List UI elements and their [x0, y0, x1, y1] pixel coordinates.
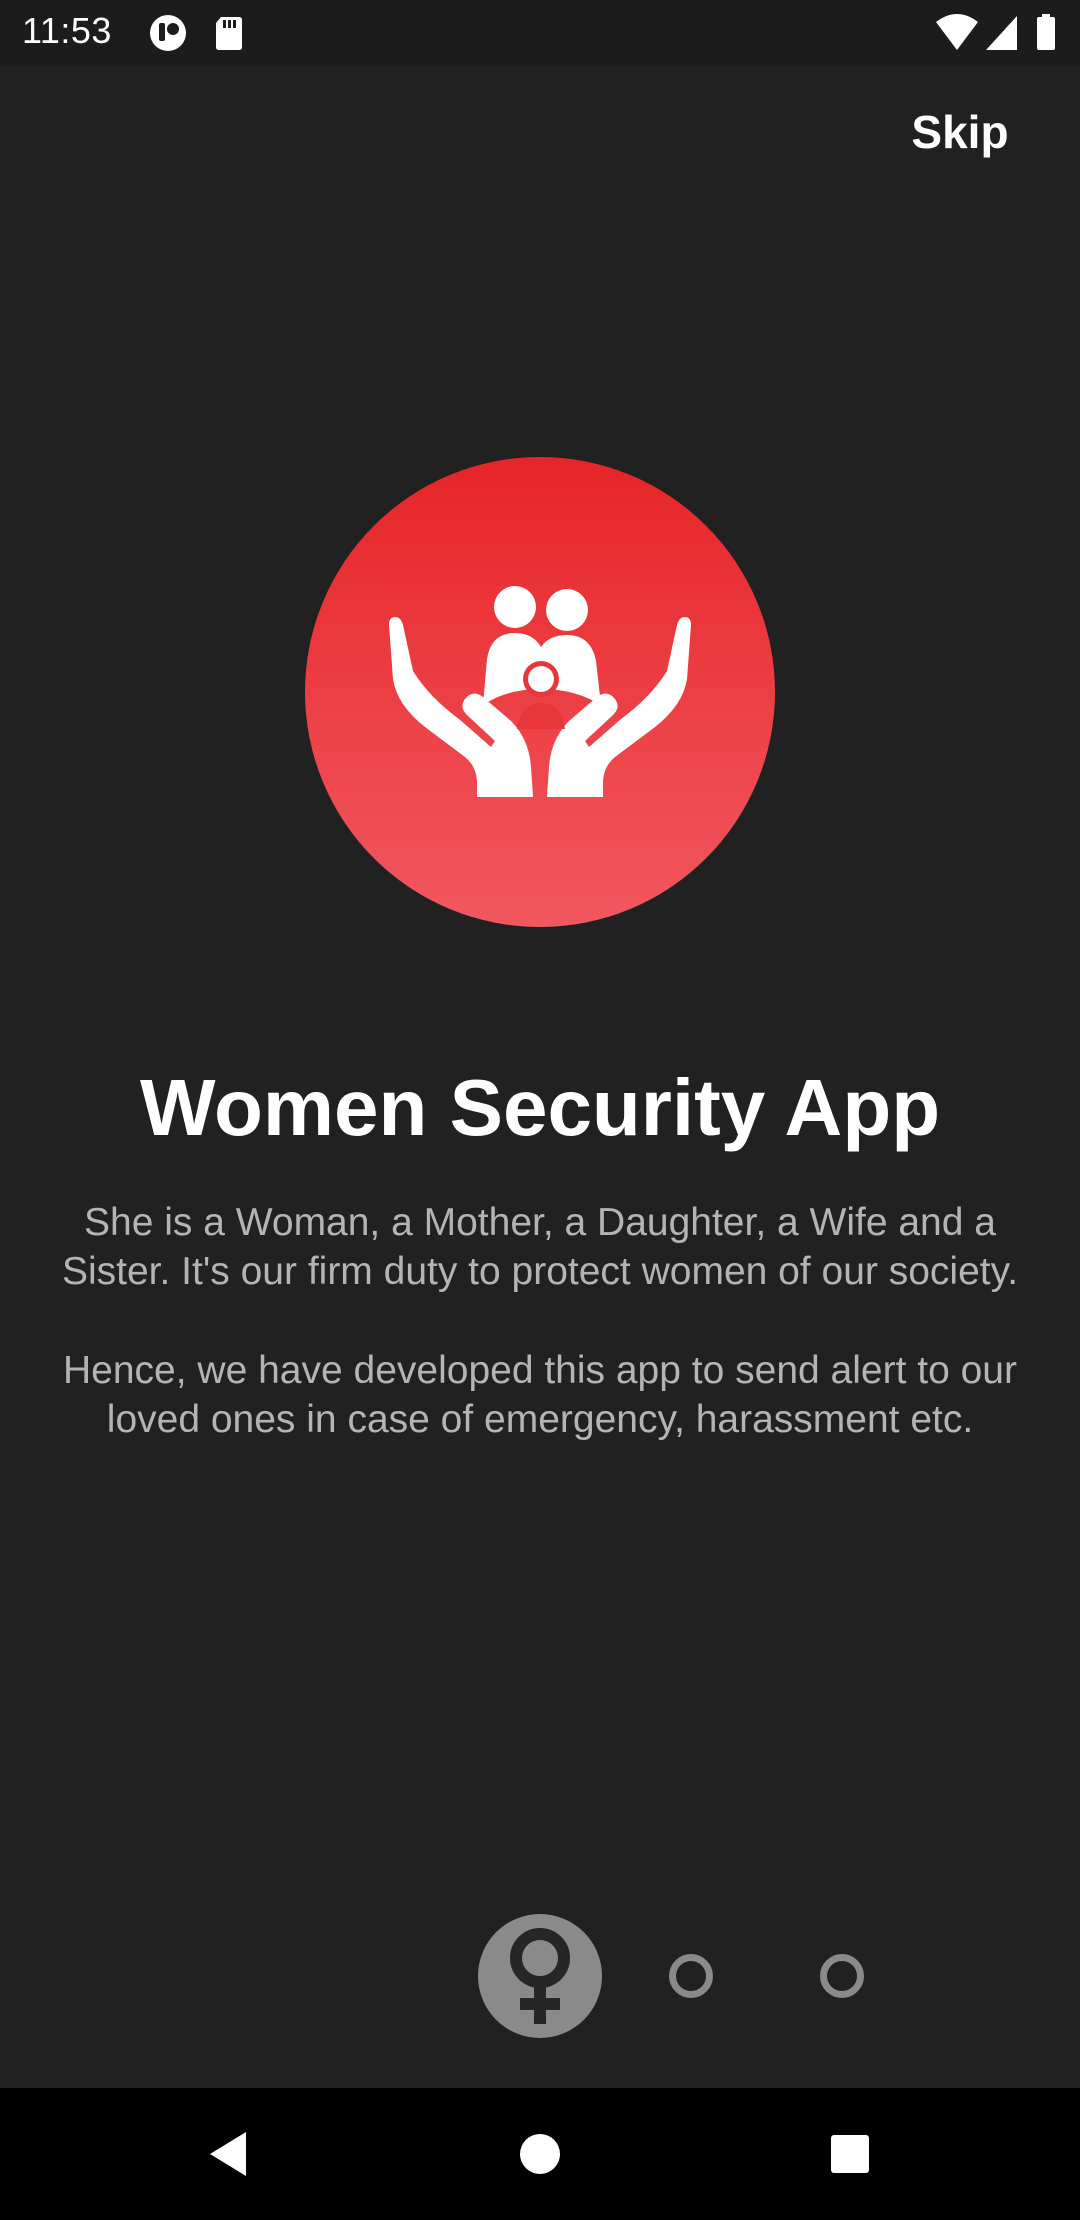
page-indicator-dot-3[interactable]	[820, 1954, 864, 1998]
signal-icon	[986, 16, 1017, 50]
status-bar: 11:53	[0, 0, 1080, 66]
app-logo	[305, 457, 775, 927]
hands-protecting-family-icon	[389, 586, 691, 797]
description-paragraph-2: Hence, we have developed this app to sen…	[20, 1346, 1060, 1444]
navigation-bar	[0, 2088, 1080, 2220]
wifi-icon	[936, 14, 978, 50]
recents-icon[interactable]	[815, 2088, 885, 2220]
app-title: Women Security App	[139, 1063, 941, 1152]
battery-icon	[1037, 14, 1055, 50]
description-line: She is a Woman, a Mother, a Daughter, a …	[84, 1201, 996, 1244]
description-line: Sister. It's our firm duty to protect wo…	[61, 1250, 1019, 1293]
skip-button[interactable]: Skip	[880, 100, 1040, 164]
page-indicator-active[interactable]	[478, 1914, 602, 2038]
home-icon[interactable]	[505, 2088, 575, 2220]
sd-card-icon	[216, 17, 242, 50]
description-line: Hence, we have developed this app to sen…	[63, 1349, 1017, 1392]
status-time: 11:53	[22, 10, 112, 51]
page-indicator-dot-2[interactable]	[669, 1954, 713, 1998]
female-symbol-icon	[510, 1928, 570, 2024]
description-paragraph-1: She is a Woman, a Mother, a Daughter, a …	[20, 1198, 1060, 1296]
app-notification-icon	[150, 15, 186, 51]
back-icon[interactable]	[196, 2088, 266, 2220]
description-line: loved ones in case of emergency, harassm…	[106, 1398, 974, 1441]
